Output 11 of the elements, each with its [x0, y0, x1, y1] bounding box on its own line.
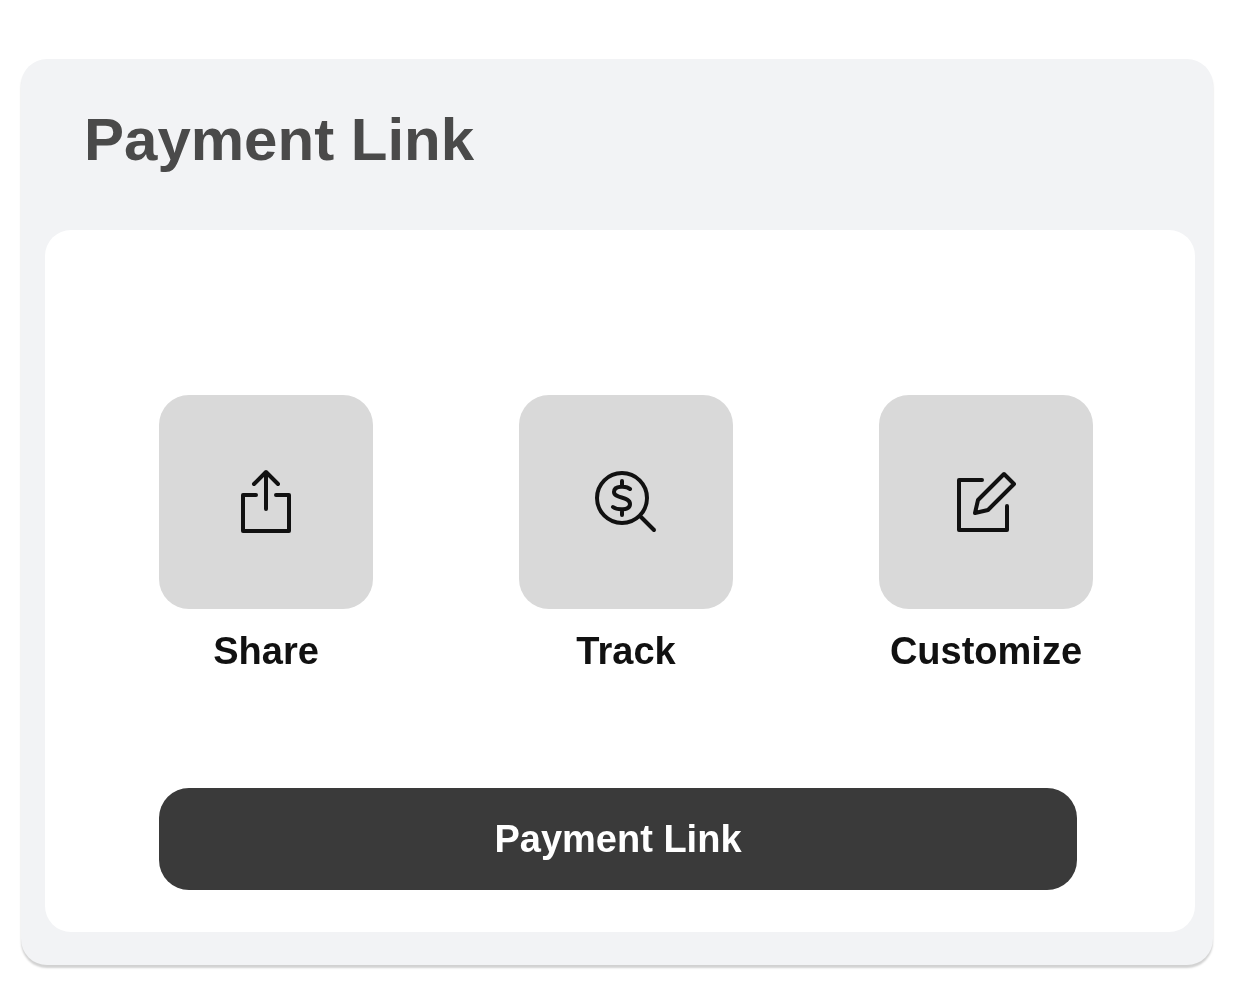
share-tile-button[interactable]: [159, 395, 373, 609]
dollar-search-icon: [594, 470, 658, 534]
share-icon: [238, 469, 294, 535]
payment-link-button[interactable]: Payment Link: [159, 788, 1077, 890]
track-tile-button[interactable]: [519, 395, 733, 609]
customize-tile-button[interactable]: [879, 395, 1093, 609]
card-title: Payment Link: [84, 105, 476, 175]
action-label: Customize: [889, 629, 1083, 674]
edit-icon: [954, 470, 1018, 534]
action-label: Share: [213, 629, 319, 674]
action-label: Track: [576, 629, 676, 674]
